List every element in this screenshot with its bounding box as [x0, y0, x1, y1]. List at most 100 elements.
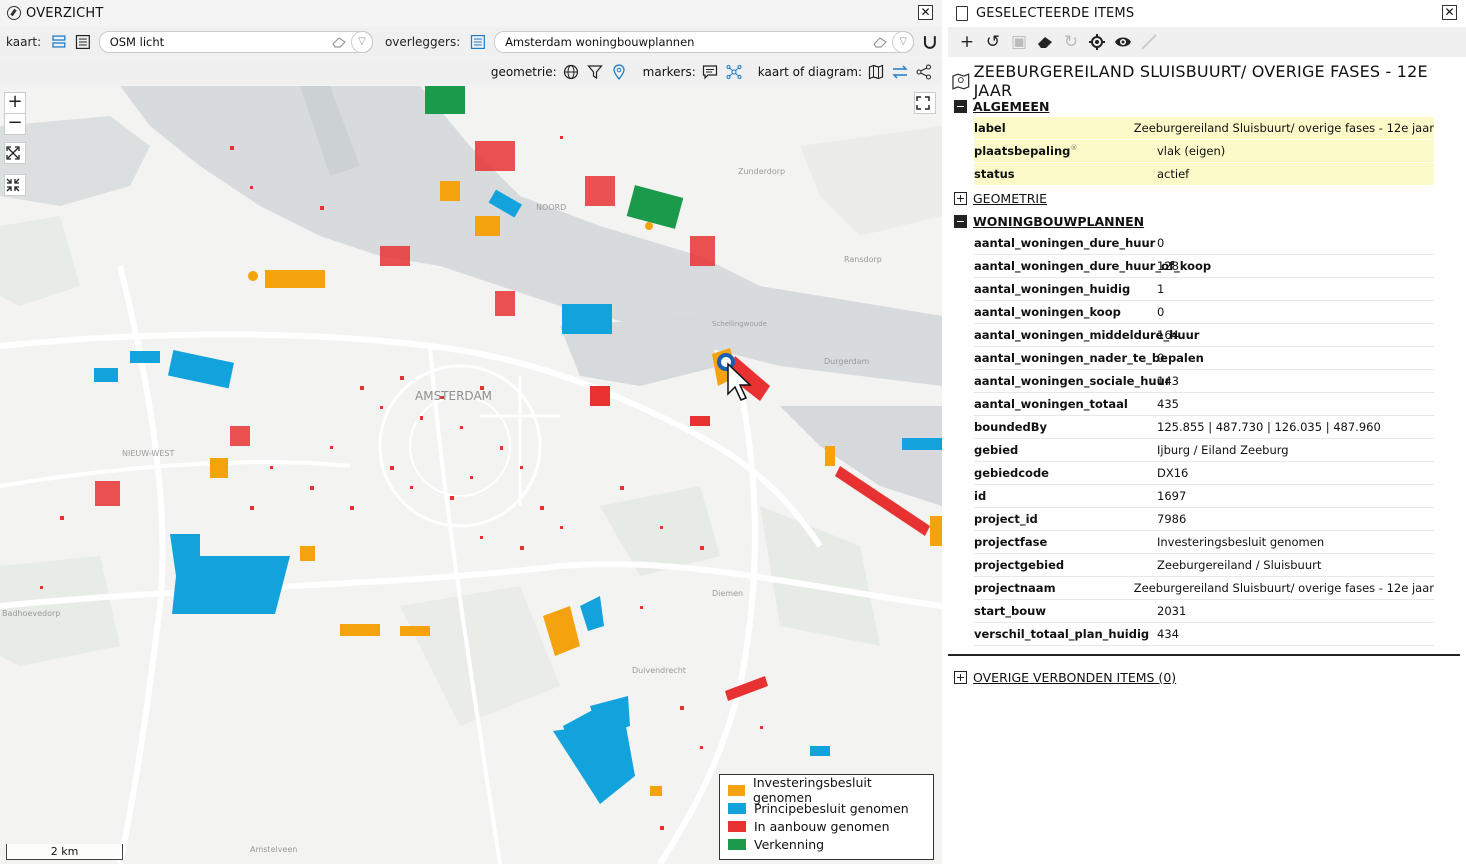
property-row: aantal_woningen_middeldure_huur 164	[974, 324, 1434, 347]
property-key: project_id	[974, 512, 1038, 526]
section-algemeen[interactable]: ALGEMEEN	[954, 97, 1440, 115]
property-key: aantal_woningen_sociale_huur	[974, 374, 1171, 388]
swap-icon[interactable]	[892, 64, 908, 80]
property-row: aantal_woningen_dure_huur 0	[974, 232, 1434, 255]
section-woningbouwplannen-label[interactable]: WONINGBOUWPLANNEN	[973, 214, 1144, 229]
property-value: Zeeburgereiland Sluisbuurt/ overige fase…	[1133, 121, 1434, 135]
redo-icon[interactable]: ↻	[1062, 32, 1080, 52]
place-label: Amstelveen	[250, 845, 297, 854]
overview-panel: OVERZICHT ✕ kaart: OSM licht ▽ overlegge…	[0, 0, 942, 864]
list-icon[interactable]	[470, 34, 486, 50]
zoom-extent-button[interactable]	[4, 142, 26, 164]
list-icon[interactable]	[75, 34, 91, 50]
undo-icon[interactable]: ↺	[984, 32, 1002, 52]
kaart-of-diagram-label: kaart of diagram:	[757, 64, 862, 79]
locate-icon[interactable]	[1088, 33, 1106, 51]
eraser-icon[interactable]	[873, 36, 888, 48]
property-value: 0	[1157, 305, 1165, 319]
property-value: 435	[1157, 397, 1179, 411]
map-polygon-icon	[952, 73, 970, 90]
comment-icon[interactable]	[702, 64, 718, 80]
zoom-out-button[interactable]: −	[4, 113, 26, 135]
zoom-in-button[interactable]: +	[4, 92, 26, 114]
property-value: Investeringsbesluit genomen	[1157, 535, 1325, 549]
share-icon[interactable]	[916, 64, 932, 80]
chevron-down-icon[interactable]: ▽	[350, 31, 373, 53]
legend-swatch	[728, 838, 746, 850]
place-label: NIEUW-WEST	[122, 449, 174, 458]
expand-icon[interactable]	[954, 670, 967, 684]
property-key: status	[974, 167, 1015, 181]
property-key: id	[974, 489, 987, 503]
zoom-selection-button[interactable]	[4, 174, 26, 196]
map-pin-icon[interactable]	[611, 63, 627, 80]
map-base: AMSTERDAM Zunderdorp NOORD Ransdorp Sche…	[0, 86, 942, 864]
eraser-icon[interactable]	[332, 36, 346, 48]
eraser-icon[interactable]	[1036, 33, 1054, 51]
map-toolbar: kaart: OSM licht ▽ overleggers: Amsterda…	[0, 27, 942, 57]
property-row: gebied Ijburg / Eiland Zeeburg	[974, 439, 1434, 462]
property-key: projectnaam	[974, 581, 1056, 595]
section-overige[interactable]: OVERIGE VERBONDEN ITEMS (0)	[954, 668, 1440, 686]
property-value: 1697	[1157, 489, 1187, 503]
map-canvas[interactable]: AMSTERDAM Zunderdorp NOORD Ransdorp Sche…	[0, 86, 942, 864]
property-row: aantal_woningen_koop 0	[974, 301, 1434, 324]
legend-item: Investeringsbesluit genomen	[728, 775, 925, 805]
overlay-select[interactable]: Amsterdam woningbouwplannen ▽	[494, 31, 915, 53]
property-value: actief	[1157, 167, 1190, 181]
section-algemeen-label[interactable]: ALGEMEEN	[973, 99, 1049, 114]
compass-icon	[7, 6, 21, 20]
section-geometrie-label[interactable]: GEOMETRIE	[973, 191, 1047, 206]
property-value: Ijburg / Eiland Zeeburg	[1157, 443, 1289, 457]
selected-items-title: GESELECTEERDE ITEMS	[976, 5, 1135, 21]
display-toolbar: geometrie: markers: kaart of diagram:	[0, 58, 942, 85]
add-icon[interactable]: +	[958, 32, 976, 52]
close-selected-items-button[interactable]: ✕	[1442, 5, 1457, 20]
cluster-icon[interactable]	[726, 64, 742, 80]
selected-items-titlebar: GESELECTEERDE ITEMS ✕	[948, 0, 1466, 26]
property-key: gebied	[974, 443, 1019, 457]
kaart-label: kaart:	[6, 35, 42, 49]
property-value: 0	[1157, 236, 1165, 250]
place-label: NOORD	[536, 203, 566, 212]
property-row: aantal_woningen_dure_huur_of_koop 128	[974, 255, 1434, 278]
expand-icon[interactable]	[954, 191, 967, 205]
property-row: verschil_totaal_plan_huidig 434	[974, 623, 1434, 646]
pen-icon[interactable]	[1140, 33, 1158, 51]
property-key: aantal_woningen_dure_huur	[974, 236, 1156, 250]
collapse-icon	[6, 178, 20, 192]
item-heading: ZEEBURGEREILAND SLUISBUURT/ OVERIGE FASE…	[952, 62, 1462, 100]
property-key: aantal_woningen_huidig	[974, 282, 1131, 296]
magnet-icon[interactable]	[922, 34, 938, 50]
property-key: projectfase	[974, 535, 1048, 549]
info-icon[interactable]: ®	[1070, 144, 1077, 152]
property-key: aantal_woningen_koop	[974, 305, 1121, 319]
image-icon[interactable]: ▣	[1010, 32, 1028, 52]
section-geometrie[interactable]: GEOMETRIE	[954, 189, 1440, 207]
chevron-down-icon[interactable]: ▽	[892, 31, 915, 53]
fullscreen-button[interactable]	[914, 92, 936, 114]
collapse-icon[interactable]	[954, 99, 967, 113]
property-key: gebiedcode	[974, 466, 1049, 480]
map-icon[interactable]	[868, 64, 884, 80]
filter-icon[interactable]	[586, 64, 603, 80]
markers-label: markers:	[642, 64, 696, 79]
eye-icon[interactable]	[1114, 33, 1132, 51]
layers-settings-icon[interactable]	[51, 34, 67, 50]
property-value: 434	[1157, 627, 1179, 641]
property-key: aantal_woningen_totaal	[974, 397, 1128, 411]
fullscreen-icon	[916, 96, 930, 110]
globe-icon[interactable]	[563, 64, 579, 80]
property-row: project_id 7986	[974, 508, 1434, 531]
collapse-icon[interactable]	[954, 214, 967, 228]
property-value: Zeeburgereiland Sluisbuurt/ overige fase…	[1133, 581, 1434, 595]
overleggers-label: overleggers:	[384, 35, 461, 49]
property-key: aantal_woningen_middeldure_huur	[974, 328, 1200, 342]
section-overige-label[interactable]: OVERIGE VERBONDEN ITEMS (0)	[973, 670, 1176, 685]
basemap-select[interactable]: OSM licht ▽	[98, 31, 373, 53]
property-row: boundedBy 125.855 | 487.730 | 126.035 | 4…	[974, 416, 1434, 439]
property-key: plaatsbepaling	[974, 144, 1071, 158]
property-key: boundedBy	[974, 420, 1048, 434]
section-woningbouwplannen[interactable]: WONINGBOUWPLANNEN	[954, 212, 1440, 230]
close-overview-button[interactable]: ✕	[918, 5, 933, 20]
